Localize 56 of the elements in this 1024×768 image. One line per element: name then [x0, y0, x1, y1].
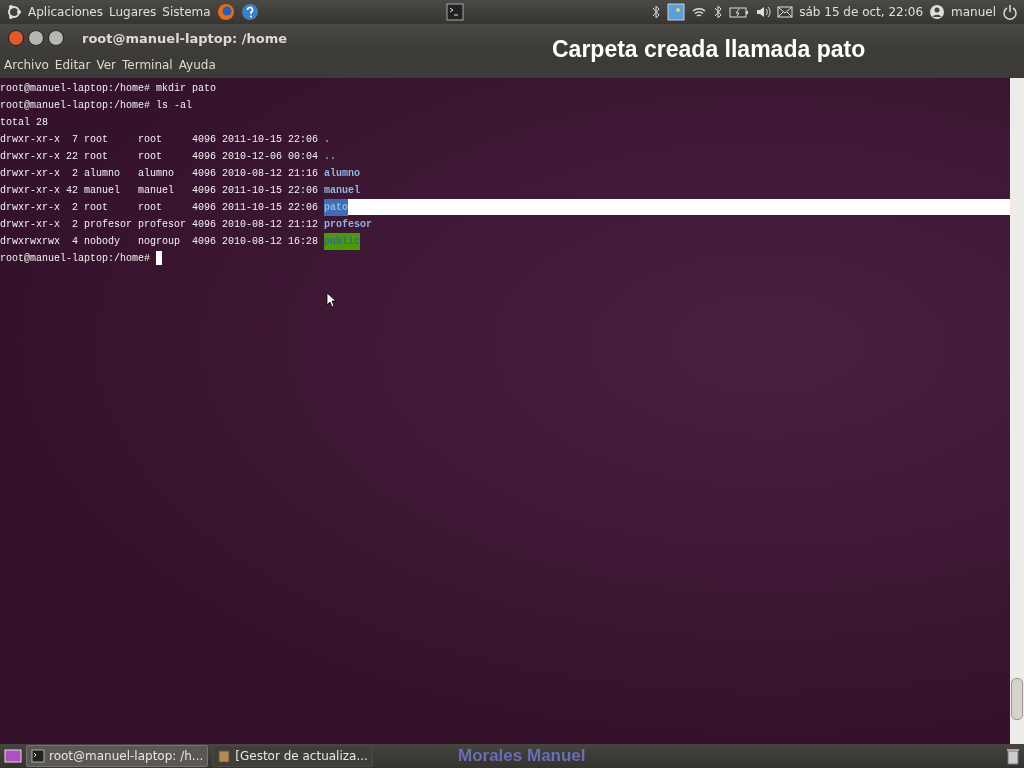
volume-icon: [755, 4, 772, 20]
ubuntu-logo-icon: [6, 4, 22, 20]
terminal[interactable]: [0, 78, 1024, 744]
minimize-button[interactable]: [28, 30, 44, 46]
scrollbar[interactable]: [1010, 78, 1024, 744]
menu-item[interactable]: Archivo: [4, 58, 49, 72]
directory-name: public: [324, 233, 361, 250]
panel-menu[interactable]: Aplicaciones: [28, 5, 103, 19]
browser-icon: [216, 3, 235, 21]
clock[interactable]: sáb 15 de oct, 22:06: [799, 5, 924, 19]
trash-icon: [1006, 747, 1020, 765]
listing-line: drwxr-xr-x 2 root root 4096 2011-10-15 22:06: [0, 201, 320, 215]
maximize-button[interactable]: [48, 30, 64, 46]
listing-line: drwxr-xr-x 42 manuel manuel 4096 2011-10-15 22:06: [0, 184, 320, 198]
listing-line: drwxr-xr-x 2 alumno alumno 4096 2010-08-12 21:16: [0, 167, 320, 181]
terminal-icon: [31, 749, 45, 763]
taskbar-button[interactable]: [Gestor de actualiza...: [212, 745, 373, 767]
directory-name: alumno: [324, 167, 361, 181]
close-button[interactable]: [8, 30, 24, 46]
panel-menu[interactable]: Sistema: [162, 5, 211, 19]
terminal-icon: [445, 3, 464, 21]
listing-line: drwxr-xr-x 22 root root 4096 2010-12-06 00:04: [0, 150, 320, 164]
show-desktop-icon: [4, 747, 22, 765]
menu-item[interactable]: Ver: [96, 58, 116, 72]
menu-item[interactable]: Ayuda: [178, 58, 216, 72]
directory-name: manuel: [324, 184, 361, 198]
terminal-line: total 28: [0, 116, 48, 130]
user-name[interactable]: manuel: [951, 5, 996, 19]
panel-menu[interactable]: Lugares: [108, 5, 157, 19]
user-icon: [929, 4, 946, 20]
caption: Carpeta creada llamada pato: [552, 36, 866, 63]
power-icon: [1002, 4, 1018, 20]
directory-name: ..: [324, 150, 337, 164]
terminal-line: root@manuel-laptop:/home# ls -al: [0, 99, 193, 113]
bluetooth-icon: [713, 4, 724, 20]
menu-item[interactable]: Editar: [54, 58, 91, 72]
caption: Morales Manuel: [458, 746, 586, 766]
directory-name: .: [324, 133, 331, 147]
taskbar-button[interactable]: root@manuel-laptop: /h...: [26, 745, 209, 767]
directory-name: pato: [324, 199, 349, 216]
mail-icon: [777, 4, 794, 20]
menu-item[interactable]: Terminal: [122, 58, 173, 72]
picture-frame-icon: [667, 3, 686, 21]
text-cursor: [156, 251, 163, 265]
bluetooth-icon: [651, 4, 662, 20]
battery-icon: [729, 4, 750, 20]
terminal-line: root@manuel-laptop:/home# mkdir pato: [0, 82, 217, 96]
mouse-pointer-icon: [326, 292, 336, 308]
listing-line: drwxr-xr-x 7 root root 4096 2011-10-15 22:06: [0, 133, 320, 147]
directory-name: profesor: [324, 218, 373, 232]
help-icon: [240, 3, 259, 21]
listing-line: drwxr-xr-x 2 profesor profesor 4096 2010-08-12 21:12: [0, 218, 320, 232]
package-icon: [217, 749, 232, 763]
listing-line: drwxrwxrwx 4 nobody nogroup 4096 2010-08-12 16:28: [0, 235, 320, 249]
terminal-prompt: root@manuel-laptop:/home#: [0, 252, 152, 266]
window-title: root@manuel-laptop: /home: [82, 30, 287, 46]
